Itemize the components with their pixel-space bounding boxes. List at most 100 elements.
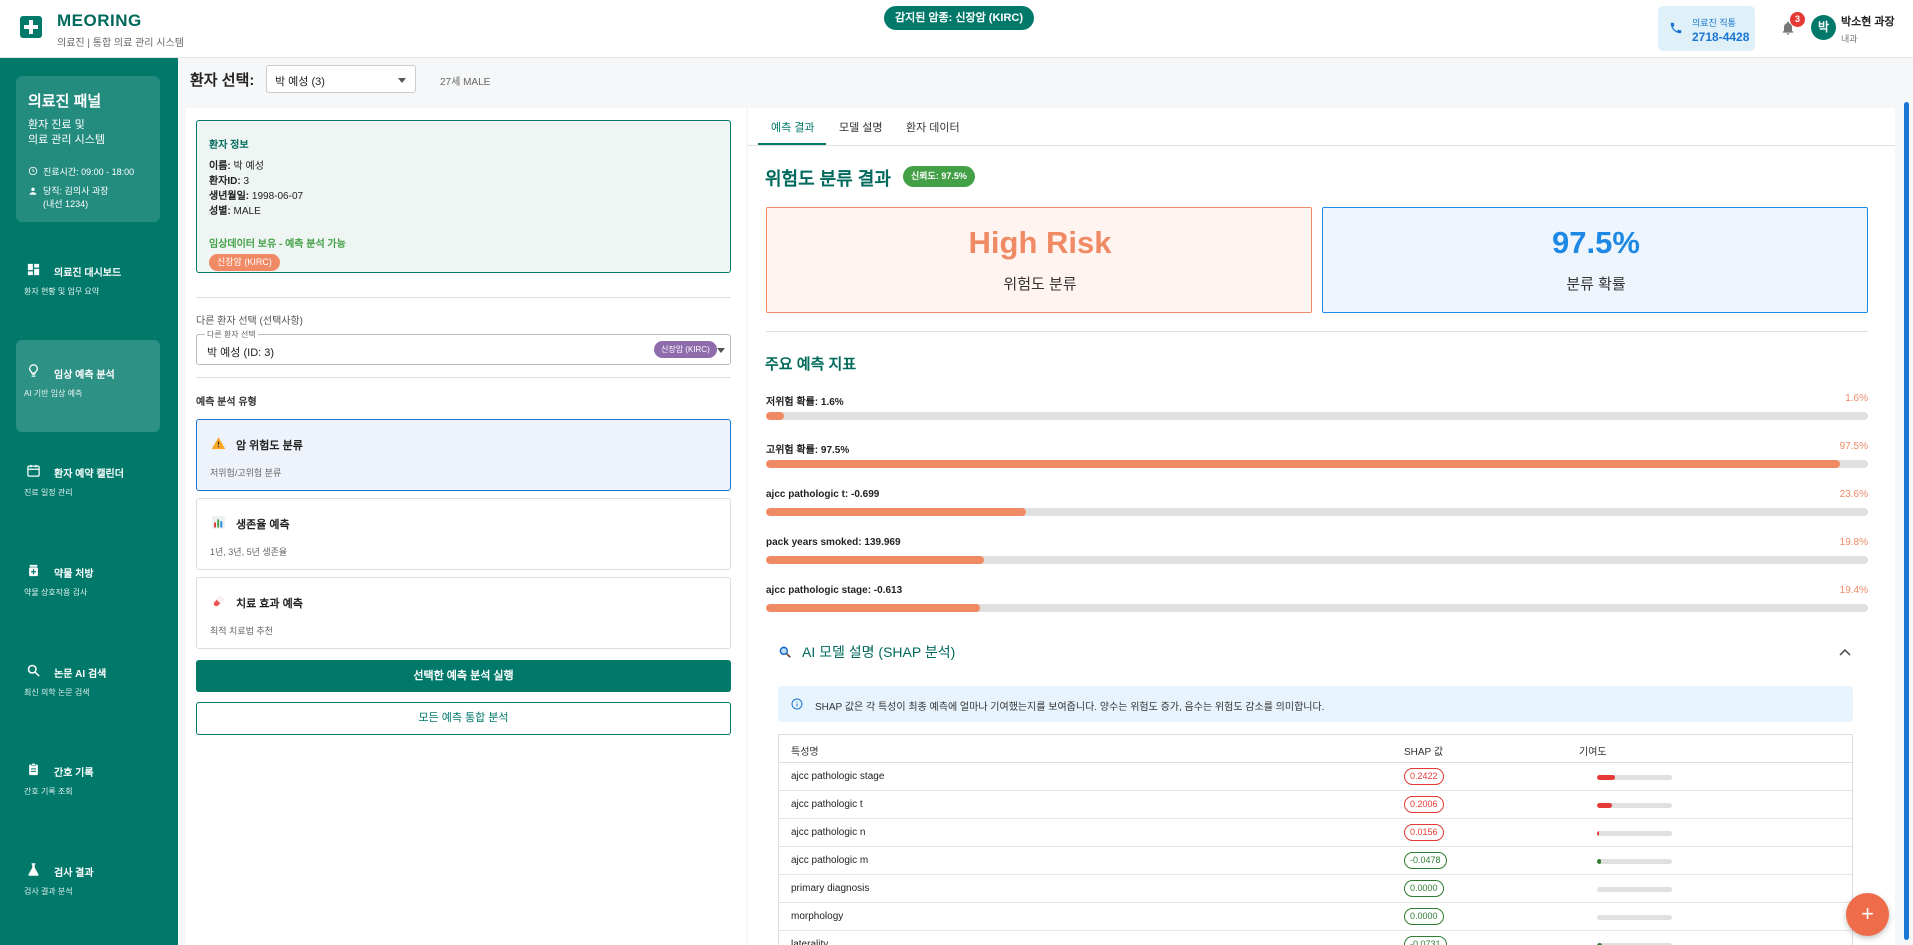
shap-value-chip: 0.0000 <box>1404 908 1444 925</box>
patient-info-title: 환자 정보 <box>209 140 249 151</box>
analysis-type-desc: 1년, 3년, 5년 생존율 <box>210 547 288 557</box>
page-scrollbar[interactable] <box>1904 102 1909 945</box>
run-selected-analysis-button[interactable]: 선택한 예측 분석 실행 <box>196 660 731 692</box>
sidebar-item-label: 약물 처방 <box>54 569 94 580</box>
panel-description: 환자 진료 및 의료 관리 시스템 <box>28 119 105 146</box>
metric-progress-track <box>766 604 1868 612</box>
shap-section-title: AI 모델 설명 (SHAP 분석) <box>802 644 956 660</box>
other-patient-value: 박 예성 (ID: 3) <box>207 347 275 359</box>
metric-row: 고위험 확률: 97.5% 97.5% <box>766 441 1868 471</box>
shap-value-chip: -0.0731 <box>1404 936 1447 945</box>
other-patient-select[interactable]: 다른 환자 선택 박 예성 (ID: 3) 신장암 (KIRC) <box>196 329 731 365</box>
duty-line: 당직: 김의사 과장 (내선 1234) <box>28 185 108 211</box>
panel-title: 의료진 패널 <box>28 93 102 110</box>
patient-info-row: 생년월일: 1998-06-07 <box>209 191 304 202</box>
phone-icon <box>1670 22 1682 34</box>
contribution-fill <box>1597 803 1612 808</box>
analysis-type-title: 암 위험도 분류 <box>236 440 303 452</box>
search-icon <box>27 664 40 677</box>
patient-select-value: 박 예성 (3) <box>275 76 325 88</box>
sidebar-item-paper-search[interactable]: 논문 AI 검색 최신 의학 논문 검색 <box>16 638 160 730</box>
shap-table-header: 특성명 SHAP 값 기여도 <box>779 735 1852 763</box>
probability-value: 97.5% <box>1552 225 1640 260</box>
staff-phone-box[interactable]: 의료진 직통 2718-4428 <box>1658 6 1755 51</box>
contribution-track <box>1597 775 1672 780</box>
sidebar-item-calendar[interactable]: 환자 예약 캘린더 진료 일정 관리 <box>16 439 160 531</box>
metric-value: 97.5% <box>1839 441 1868 452</box>
table-row: ajcc pathologic stage 0.2422 <box>779 763 1852 791</box>
table-row: laterality -0.0731 <box>779 931 1852 945</box>
sidebar-item-label: 임상 예측 분석 <box>54 370 115 381</box>
metric-value: 19.4% <box>1839 585 1868 596</box>
result-tabs: 예측 결과 모델 설명 환자 데이터 <box>748 108 1895 146</box>
shap-table: 특성명 SHAP 값 기여도 ajcc pathologic stage 0.24… <box>778 734 1853 945</box>
sidebar-item-medication[interactable]: 약물 처방 약물 상호작용 검사 <box>16 538 160 630</box>
probability-caption: 분류 확률 <box>1566 276 1626 293</box>
contribution-fill <box>1597 775 1615 780</box>
analysis-type-desc: 저위험/고위험 분류 <box>210 468 282 478</box>
analysis-type-risk[interactable]: 암 위험도 분류 저위험/고위험 분류 <box>196 419 731 491</box>
patient-info-card: 환자 정보 이름: 박 예성 환자ID: 3 생년월일: 1998-06-07 … <box>196 120 731 273</box>
clock-icon <box>28 166 38 176</box>
phone-number: 2718-4428 <box>1692 30 1750 44</box>
tab-model-explanation[interactable]: 모델 설명 <box>839 119 883 135</box>
sidebar-item-label: 의료진 대시보드 <box>54 268 122 279</box>
risk-class-value: High Risk <box>968 225 1112 260</box>
divider <box>766 331 1868 332</box>
hours-text: 진료시간: 09:00 - 18:00 <box>43 167 135 177</box>
sidebar-item-nursing[interactable]: 간호 기록 간호 기록 조회 <box>16 737 160 829</box>
metric-row: 저위험 확률: 1.6% 1.6% <box>766 393 1868 423</box>
metric-value: 23.6% <box>1839 489 1868 500</box>
medication-icon <box>29 564 38 577</box>
metric-progress-track <box>766 556 1868 564</box>
patient-info-row: 성별: MALE <box>209 206 261 217</box>
staff-panel-card: 의료진 패널 환자 진료 및 의료 관리 시스템 진료시간: 09:00 - 1… <box>16 76 160 222</box>
duty-text: 당직: 김의사 과장 (내선 1234) <box>43 186 109 209</box>
run-all-analysis-button[interactable]: 모든 예측 통합 분석 <box>196 702 731 735</box>
dashboard-icon <box>27 263 40 276</box>
prediction-setup-panel: 환자 정보 이름: 박 예성 환자ID: 3 생년월일: 1998-06-07 … <box>186 108 746 945</box>
user-avatar[interactable]: 박 <box>1811 15 1836 40</box>
chevron-up-icon[interactable] <box>1839 648 1851 656</box>
hours-line: 진료시간: 09:00 - 18:00 <box>28 165 134 178</box>
metric-label: 고위험 확률: 97.5% <box>766 445 850 456</box>
detected-cancer-chip: 감지된 암종: 신장암 (KIRC) <box>884 6 1035 30</box>
metric-row: ajcc pathologic t: -0.699 23.6% <box>766 489 1868 519</box>
chevron-down-icon <box>398 78 406 83</box>
metric-label: pack years smoked: 139.969 <box>766 537 901 548</box>
magnifier-icon <box>779 646 791 658</box>
patient-select-dropdown[interactable]: 박 예성 (3) <box>266 65 416 93</box>
sidebar-item-label: 검사 결과 <box>54 868 94 879</box>
clinical-data-status: 임상데이터 보유 - 예측 분석 가능 <box>209 239 346 250</box>
tab-prediction-results[interactable]: 예측 결과 <box>771 119 815 135</box>
metric-progress-fill <box>766 460 1841 468</box>
sidebar-item-clinical-prediction[interactable]: 임상 예측 분석 AI 기반 임상 예측 <box>16 340 160 432</box>
other-patient-cancer-chip: 신장암 (KIRC) <box>654 341 717 358</box>
add-fab-button[interactable]: + <box>1846 893 1889 936</box>
analysis-type-title: 치료 효과 예측 <box>236 598 303 610</box>
feature-name: laterality <box>791 939 829 945</box>
column-header: 기여도 <box>1579 747 1607 758</box>
risk-class-caption: 위험도 분류 <box>1003 276 1077 293</box>
sidebar-item-test-results[interactable]: 검사 결과 검사 결과 분석 <box>16 837 160 929</box>
sidebar-item-dashboard[interactable]: 의료진 대시보드 환자 현황 및 업무 요약 <box>16 240 160 332</box>
metric-progress-track <box>766 508 1868 516</box>
contribution-track <box>1597 831 1672 836</box>
scrollbar-thumb[interactable] <box>1904 102 1909 940</box>
shap-value-chip: 0.2006 <box>1404 796 1444 813</box>
analysis-type-title: 생존율 예측 <box>236 519 290 531</box>
column-header: 특성명 <box>791 747 819 758</box>
analysis-type-label: 예측 분석 유형 <box>196 397 257 408</box>
active-tab-indicator <box>758 143 826 145</box>
sidebar: 의료진 패널 환자 진료 및 의료 관리 시스템 진료시간: 09:00 - 1… <box>0 58 178 945</box>
brand-subtitle: 의료진 | 통합 의료 관리 시스템 <box>57 38 184 49</box>
analysis-type-survival[interactable]: 생존율 예측 1년, 3년, 5년 생존율 <box>196 498 731 570</box>
divider <box>196 377 731 378</box>
analysis-type-treatment[interactable]: 치료 효과 예측 최적 치료법 추천 <box>196 577 731 649</box>
metric-label: ajcc pathologic t: -0.699 <box>766 489 880 500</box>
shap-value-chip: -0.0478 <box>1404 852 1447 869</box>
table-row: primary diagnosis 0.0000 <box>779 875 1852 903</box>
tab-patient-data[interactable]: 환자 데이터 <box>906 119 960 135</box>
patient-select-label: 환자 선택: <box>190 72 255 89</box>
feature-name: ajcc pathologic n <box>791 827 866 838</box>
